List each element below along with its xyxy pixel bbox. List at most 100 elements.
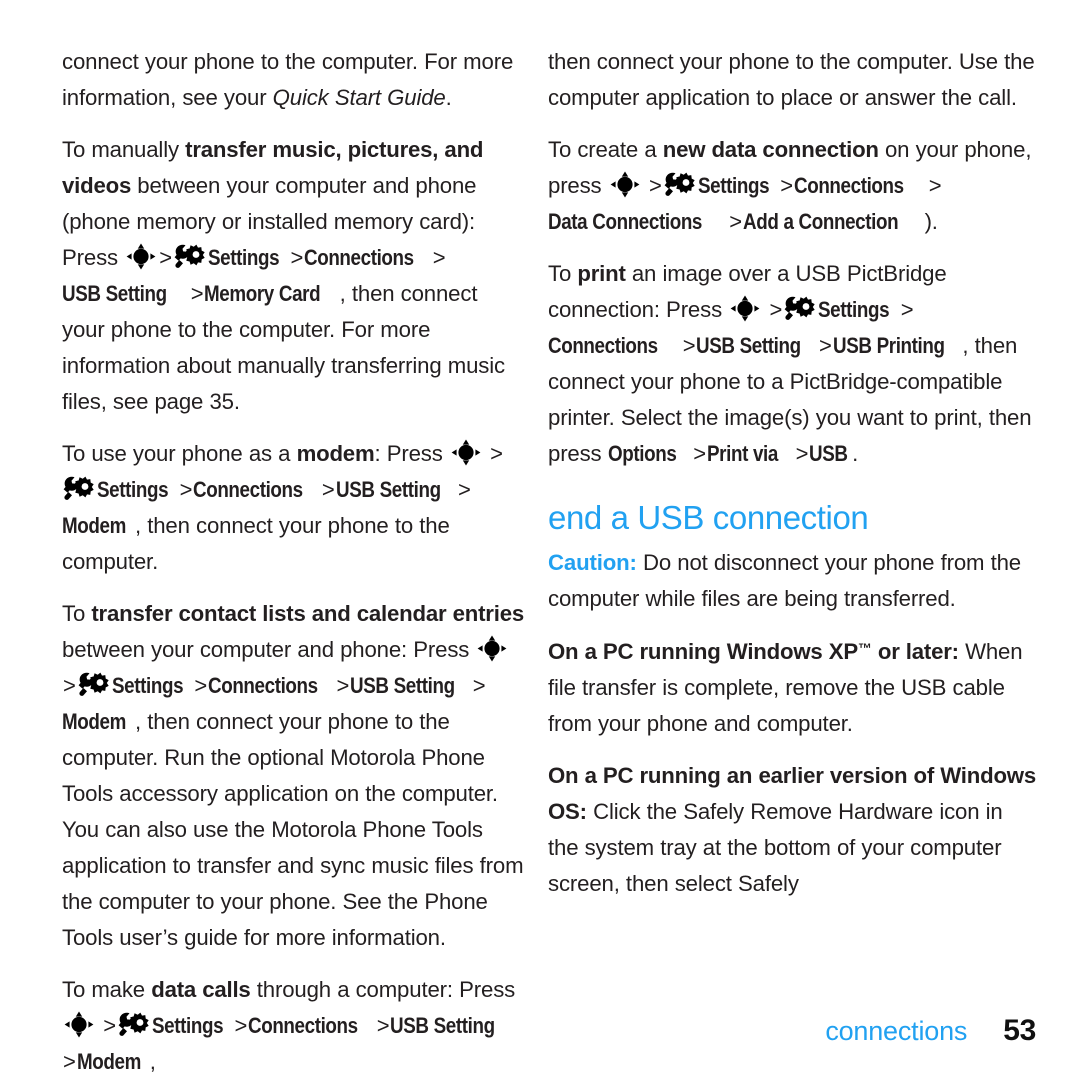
- path-separator: >: [63, 1049, 76, 1074]
- path-separator: >: [194, 673, 208, 698]
- menu-path-modem: Modem: [62, 709, 126, 734]
- navigation-key-icon: [64, 1011, 94, 1038]
- path-separator: >: [648, 173, 662, 198]
- trademark-symbol: ™: [857, 641, 872, 656]
- path-separator: >: [900, 297, 914, 322]
- settings-wrench-gear-icon: [174, 244, 205, 270]
- text-run: or later:: [871, 639, 959, 665]
- left-text-column: connect your phone to the computer. For …: [0, 0, 540, 1080]
- path-separator: >: [432, 245, 446, 270]
- menu-path-settings: Settings: [97, 477, 169, 502]
- text-run: .: [852, 441, 859, 466]
- menu-path-usb-printing: USB Printing: [832, 333, 945, 358]
- path-separator: >: [321, 477, 335, 502]
- menu-path-settings: Settings: [111, 673, 184, 698]
- navigation-key-icon: [730, 295, 760, 322]
- two-column-layout: connect your phone to the computer. For …: [0, 0, 1080, 1080]
- path-separator: >: [376, 1013, 390, 1038]
- footer-chapter-label: connections: [825, 1016, 968, 1046]
- italic-quick-start-guide: Quick Start Guide: [272, 85, 446, 110]
- manual-page: connect your phone to the computer. For …: [0, 0, 1080, 1080]
- text-run: To create a: [548, 137, 663, 162]
- text-run: To make: [62, 977, 152, 1002]
- path-separator: >: [490, 441, 503, 466]
- text-run: then connect your phone to the computer.…: [548, 49, 1035, 110]
- text-run: To use your phone as a: [62, 441, 297, 466]
- bold-new-data-connection: new data connection: [662, 137, 879, 162]
- path-separator: >: [729, 209, 742, 234]
- menu-path-settings: Settings: [207, 245, 280, 270]
- paragraph-computer-application: then connect your phone to the computer.…: [548, 44, 1036, 116]
- text-run: On a PC running Windows XP: [548, 639, 858, 665]
- menu-path-usb: USB: [809, 441, 848, 466]
- menu-path-settings: Settings: [818, 297, 890, 322]
- path-separator: >: [290, 245, 304, 270]
- navigation-key-icon: [610, 171, 640, 198]
- footer-page-number: 53: [1003, 1014, 1036, 1047]
- text-run: through a computer: Press: [250, 977, 516, 1002]
- menu-path-connections: Connections: [193, 477, 304, 502]
- menu-path-options: Options: [607, 441, 677, 466]
- paragraph-transfer-contacts: To transfer contact lists and calendar e…: [62, 596, 526, 956]
- caution-label: Caution:: [548, 550, 637, 575]
- path-separator: >: [159, 245, 172, 270]
- paragraph-print-pictbridge: To print an image over a USB PictBridge …: [548, 256, 1036, 472]
- path-separator: >: [63, 673, 76, 698]
- paragraph-windows-xp: On a PC running Windows XP™ or later: Wh…: [548, 631, 1036, 742]
- menu-path-settings: Settings: [697, 173, 770, 198]
- menu-path-print-via: Print via: [706, 441, 778, 466]
- path-separator: >: [190, 281, 204, 306]
- navigation-key-icon: [126, 243, 156, 270]
- path-separator: >: [780, 173, 793, 198]
- bold-modem: modem: [296, 441, 375, 466]
- paragraph-quick-start: connect your phone to the computer. For …: [62, 44, 526, 116]
- settings-wrench-gear-icon: [784, 296, 815, 322]
- bold-windows-xp-heading: On a PC running Windows XP™ or later:: [548, 639, 959, 664]
- text-run: Click the Safely Remove Hardware icon in…: [548, 799, 1003, 897]
- text-run: To manually: [62, 137, 186, 162]
- menu-path-usb-setting: USB Setting: [350, 673, 455, 698]
- path-separator: >: [682, 333, 696, 358]
- menu-path-usb-setting: USB Setting: [62, 281, 167, 306]
- paragraph-windows-earlier: On a PC running an earlier version of Wi…: [548, 758, 1036, 902]
- paragraph-modem: To use your phone as a modem: Press > Set…: [62, 436, 526, 580]
- menu-path-memory-card: Memory Card: [204, 281, 321, 306]
- menu-path-data-connections: Data Connections: [548, 209, 703, 234]
- path-separator: >: [769, 297, 783, 322]
- paragraph-caution: Caution: Do not disconnect your phone fr…: [548, 545, 1036, 617]
- menu-path-add-a-connection: Add a Connection: [742, 209, 899, 234]
- path-separator: >: [336, 673, 350, 698]
- text-run: ).: [924, 209, 938, 234]
- path-separator: >: [103, 1013, 116, 1038]
- text-run: To: [548, 261, 578, 286]
- paragraph-new-data-connection: To create a new data connection on your …: [548, 132, 1036, 240]
- bold-data-calls: data calls: [151, 977, 251, 1002]
- menu-path-settings: Settings: [151, 1013, 224, 1038]
- path-separator: >: [928, 173, 942, 198]
- text-run: To: [62, 601, 92, 626]
- path-separator: >: [795, 441, 809, 466]
- navigation-key-icon: [477, 635, 507, 662]
- right-text-column: then connect your phone to the computer.…: [540, 0, 1080, 1080]
- path-separator: >: [458, 477, 471, 502]
- settings-wrench-gear-icon: [664, 172, 695, 198]
- menu-path-connections: Connections: [793, 173, 904, 198]
- path-separator: >: [818, 333, 832, 358]
- menu-path-modem: Modem: [76, 1049, 141, 1074]
- text-run: , then connect your phone to the compute…: [62, 709, 524, 950]
- menu-path-connections: Connections: [304, 245, 414, 270]
- settings-wrench-gear-icon: [118, 1012, 149, 1038]
- paragraph-data-calls: To make data calls through a computer: P…: [62, 972, 526, 1080]
- bold-transfer-contacts: transfer contact lists and calendar entr…: [91, 601, 524, 626]
- text-run: between your computer and phone: Press: [62, 637, 476, 662]
- settings-wrench-gear-icon: [78, 672, 109, 698]
- text-run: .: [445, 85, 452, 110]
- path-separator: >: [234, 1013, 248, 1038]
- menu-path-connections: Connections: [208, 673, 318, 698]
- path-separator: >: [693, 441, 706, 466]
- menu-path-usb-setting: USB Setting: [696, 333, 802, 358]
- section-heading-end-usb-connection: end a USB connection: [548, 499, 869, 536]
- menu-path-usb-setting: USB Setting: [390, 1013, 496, 1038]
- text-run: ,: [149, 1049, 156, 1074]
- settings-wrench-gear-icon: [63, 476, 94, 502]
